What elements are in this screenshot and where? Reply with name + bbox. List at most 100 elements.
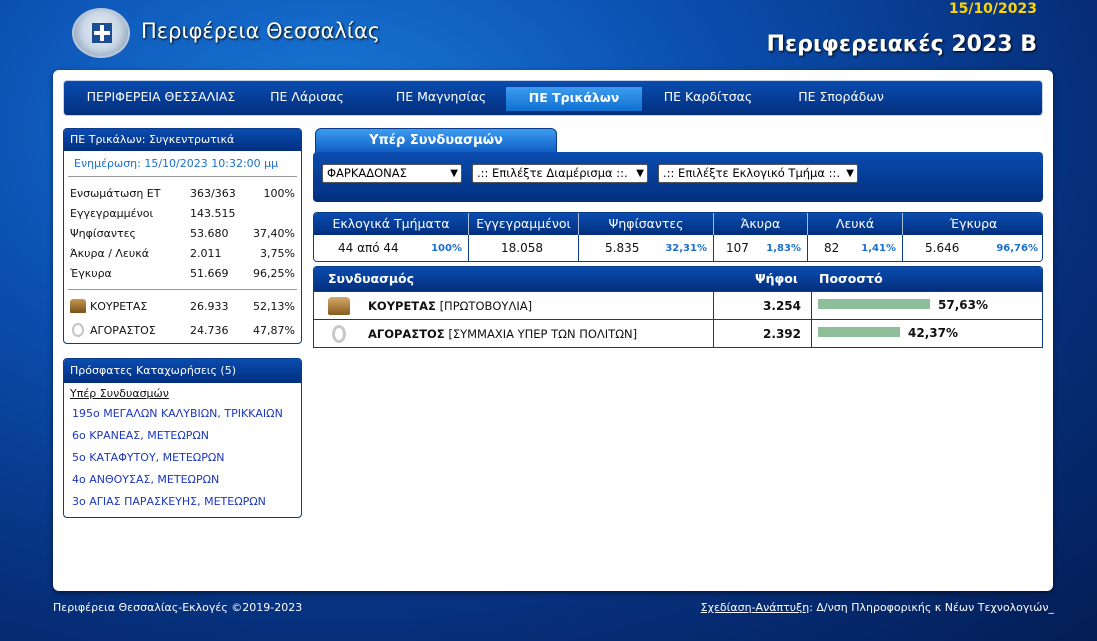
share-pct: 57,63% — [938, 298, 988, 312]
stats-cell: 44 από 44 100% — [314, 235, 469, 261]
header-date: 15/10/2023 — [948, 1, 1037, 17]
main-panel: ΠΕΡΙΦΕΡΕΙΑ ΘΕΣΣΑΛΙΑΣ ΠΕ Λάρισας ΠΕ Μαγνη… — [53, 70, 1053, 591]
stats-value: 82 — [824, 241, 840, 255]
municipality-select[interactable]: ΦΑΡΚΑΔΟΝΑΣ ▼ — [322, 164, 462, 183]
divider — [68, 289, 297, 290]
stats-pct: 96,76% — [996, 243, 1038, 254]
summary-pct: 96,25% — [253, 267, 295, 280]
stats-value: 18.058 — [501, 241, 543, 255]
votes-value: 2.392 — [763, 327, 801, 341]
summary-pct: 37,40% — [253, 227, 295, 240]
results-col-party: Συνδυασμός — [328, 271, 415, 286]
summary-label: Έγκυρα — [70, 267, 112, 280]
kouretas-logo-icon — [70, 299, 86, 313]
stats-row: 44 από 44 100% 18.058 5.835 32,31% 107 1… — [314, 235, 1042, 261]
results-col-pct: Ποσοστό — [819, 271, 883, 286]
nav-item-karditsa[interactable]: ΠΕ Καρδίτσας — [656, 89, 760, 111]
chevron-down-icon: ▼ — [636, 168, 644, 179]
stats-cell: 18.058 — [469, 235, 579, 261]
stats-pct: 1,41% — [861, 243, 896, 254]
filter-bar: ΦΑΡΚΑΔΟΝΑΣ ▼ .:: Επιλέξτε Διαμέρισμα ::.… — [313, 152, 1043, 202]
design-link[interactable]: Σχεδίαση-Ανάπτυξη — [701, 601, 810, 614]
region-nav: ΠΕΡΙΦΕΡΕΙΑ ΘΕΣΣΑΛΙΑΣ ΠΕ Λάρισας ΠΕ Μαγνη… — [63, 80, 1043, 116]
candidate-name: ΚΟΥΡΕΤΑΣ — [368, 299, 436, 313]
stats-col-header: Έγκυρα — [949, 216, 998, 231]
design-text: : Δ/νση Πληροφορικής κ Νέων Τεχνολογιών_ — [809, 601, 1054, 614]
candidate-name: ΑΓΟΡΑΣΤΟΣ — [368, 327, 445, 341]
district-select-value: .:: Επιλέξτε Διαμέρισμα ::. — [477, 166, 628, 180]
recent-title: Πρόσφατες Καταχωρήσεις (5) — [64, 359, 301, 383]
greek-cross-icon — [92, 23, 112, 43]
recent-entry-link[interactable]: 6ο ΚΡΑΝΕΑΣ, ΜΕΤΕΩΡΩΝ — [64, 425, 301, 447]
results-col-votes: Ψήφοι — [755, 271, 798, 286]
nav-item-magnesia[interactable]: ΠΕ Μαγνησίας — [386, 89, 496, 111]
municipality-select-value: ΦΑΡΚΑΔΟΝΑΣ — [327, 166, 407, 180]
stats-cell: 82 1,41% — [808, 235, 903, 261]
votes-value: 3.254 — [763, 299, 801, 313]
chevron-down-icon: ▼ — [450, 168, 458, 179]
stats-value: 44 από 44 — [338, 241, 399, 255]
stats-value: 107 — [726, 241, 749, 255]
stats-pct: 1,83% — [766, 243, 801, 254]
recent-entry-link[interactable]: 195ο ΜΕΓΑΛΩΝ ΚΑΛΥΒΙΩΝ, ΤΡΙΚΚΑΙΩΝ — [64, 403, 301, 425]
summary-value: 51.669 — [190, 267, 229, 280]
election-title: Περιφερειακές 2023 Β — [766, 32, 1037, 57]
stats-table: Εκλογικά Τμήματα Εγγεγραμμένοι Ψηφίσαντε… — [313, 212, 1043, 262]
recent-entry-link[interactable]: 3ο ΑΓΙΑΣ ΠΑΡΑΣΚΕΥΗΣ, ΜΕΤΕΩΡΩΝ — [64, 491, 301, 513]
summary-value: 53.680 — [190, 227, 229, 240]
summary-title: ΠΕ Τρικάλων: Συγκεντρωτικά — [64, 129, 301, 151]
summary-row: Εγγεγραμμένοι 143.515 — [64, 203, 301, 223]
footer-copyright: Περιφέρεια Θεσσαλίας-Εκλογές ©2019-2023 — [53, 601, 303, 614]
nav-item-larisa[interactable]: ΠΕ Λάρισας — [262, 89, 352, 111]
pct-cell: 57,63% — [812, 292, 1042, 320]
recent-entries-box: Πρόσφατες Καταχωρήσεις (5) Υπέρ Συνδυασμ… — [63, 358, 302, 518]
chevron-down-icon: ▼ — [846, 168, 854, 179]
region-title: Περιφέρεια Θεσσαλίας — [141, 19, 381, 43]
tab-coalitions[interactable]: Υπέρ Συνδυασμών — [315, 128, 557, 154]
nav-item-sporades[interactable]: ΠΕ Σποράδων — [784, 89, 898, 111]
summary-box: ΠΕ Τρικάλων: Συγκεντρωτικά Ενημέρωση: 15… — [63, 128, 302, 344]
candidate-name: ΑΓΟΡΑΣΤΟΣ — [90, 324, 156, 337]
summary-label: Εγγεγραμμένοι — [70, 207, 154, 220]
region-logo — [72, 8, 130, 58]
summary-value: 2.011 — [190, 247, 222, 260]
votes-cell: 3.254 — [714, 292, 812, 320]
party-name: [ΠΡΩΤΟΒΟΥΛΙΑ] — [439, 299, 533, 313]
summary-value: 143.515 — [190, 207, 236, 220]
party-cell: ΑΓΟΡΑΣΤΟΣ [ΣΥΜΜΑΧΙΑ ΥΠΕΡ ΤΩΝ ΠΟΛΙΤΩΝ] — [314, 320, 714, 347]
summary-label: Άκυρα / Λευκά — [70, 247, 149, 260]
results-row: ΑΓΟΡΑΣΤΟΣ [ΣΥΜΜΑΧΙΑ ΥΠΕΡ ΤΩΝ ΠΟΛΙΤΩΝ] 2.… — [314, 319, 1042, 347]
recent-subtitle: Υπέρ Συνδυασμών — [70, 387, 169, 400]
station-select-value: .:: Επιλέξτε Εκλογικό Τμήμα ::. — [663, 166, 841, 180]
recent-entry-link[interactable]: 4ο ΑΝΘΟΥΣΑΣ, ΜΕΤΕΩΡΩΝ — [64, 469, 301, 491]
district-select[interactable]: .:: Επιλέξτε Διαμέρισμα ::. ▼ — [472, 164, 648, 183]
summary-row: Ενσωμάτωση ΕΤ 363/363 100% — [64, 183, 301, 203]
nav-item-thessaly[interactable]: ΠΕΡΙΦΕΡΕΙΑ ΘΕΣΣΑΛΙΑΣ — [76, 89, 246, 111]
summary-row: Ψηφίσαντες 53.680 37,40% — [64, 223, 301, 243]
share-pct: 42,37% — [908, 326, 958, 340]
kouretas-logo-icon — [328, 297, 350, 315]
candidate-pct: 47,87% — [253, 324, 295, 337]
summary-row: Έγκυρα 51.669 96,25% — [64, 263, 301, 283]
station-select[interactable]: .:: Επιλέξτε Εκλογικό Τμήμα ::. ▼ — [658, 164, 858, 183]
recent-entry-link[interactable]: 5ο ΚΑΤΑΦΥΤΟΥ, ΜΕΤΕΩΡΩΝ — [64, 447, 301, 469]
party-label: ΑΓΟΡΑΣΤΟΣ [ΣΥΜΜΑΧΙΑ ΥΠΕΡ ΤΩΝ ΠΟΛΙΤΩΝ] — [368, 327, 637, 341]
summary-row: Άκυρα / Λευκά 2.011 3,75% — [64, 243, 301, 263]
votes-cell: 2.392 — [714, 320, 812, 347]
summary-label: Ψηφίσαντες — [70, 227, 136, 240]
share-bar — [818, 299, 930, 309]
candidate-votes: 26.933 — [190, 300, 229, 313]
agorastos-logo-icon — [72, 323, 84, 337]
stats-value: 5.835 — [605, 241, 640, 255]
stats-header: Εκλογικά Τμήματα Εγγεγραμμένοι Ψηφίσαντε… — [314, 213, 1042, 235]
results-header: Συνδυασμός Ψήφοι Ποσοστό — [314, 267, 1042, 291]
party-label: ΚΟΥΡΕΤΑΣ [ΠΡΩΤΟΒΟΥΛΙΑ] — [368, 299, 532, 313]
candidate-row: ΑΓΟΡΑΣΤΟΣ 24.736 47,87% — [64, 320, 301, 344]
nav-item-trikala[interactable]: ΠΕ Τρικάλων — [506, 87, 642, 111]
agorastos-logo-icon — [332, 325, 346, 343]
party-name: [ΣΥΜΜΑΧΙΑ ΥΠΕΡ ΤΩΝ ΠΟΛΙΤΩΝ] — [448, 327, 638, 341]
stats-cell: 107 1,83% — [714, 235, 808, 261]
results-table: Συνδυασμός Ψήφοι Ποσοστό ΚΟΥΡΕΤΑΣ [ΠΡΩΤΟ… — [313, 266, 1043, 348]
candidate-votes: 24.736 — [190, 324, 229, 337]
stats-cell: 5.646 96,76% — [903, 235, 1042, 261]
